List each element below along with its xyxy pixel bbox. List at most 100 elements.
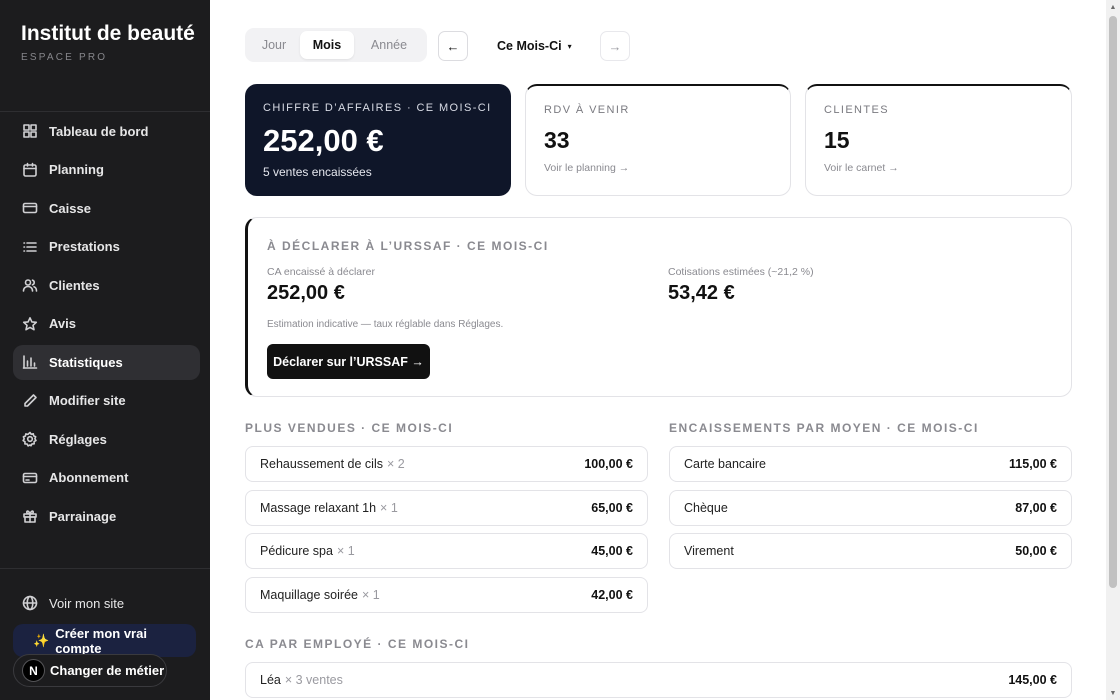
create-account-label: Créer mon vrai compte	[55, 625, 147, 656]
tab-mois[interactable]: Mois	[300, 31, 354, 59]
item-amount: 100,00 €	[584, 457, 633, 471]
period-segmented-control: Jour Mois Année	[245, 28, 427, 62]
users-icon	[22, 277, 38, 293]
chevron-down-icon: ▾	[567, 41, 572, 51]
globe-icon	[22, 595, 38, 611]
revenue-card: Chiffre d’affaires · Ce Mois-Ci 252,00 €…	[245, 84, 511, 196]
sidebar-item-planning[interactable]: Planning	[13, 153, 200, 188]
pencil-icon	[22, 393, 38, 409]
sparkle-icon: ✨	[33, 632, 50, 648]
sidebar-item-reglages[interactable]: Réglages	[13, 422, 200, 457]
switch-job-label: Changer de métier	[50, 663, 165, 678]
sidebar-item-label: Parrainage	[49, 508, 117, 524]
item-name: Massage relaxant 1h	[260, 501, 377, 515]
cash-register-icon	[22, 200, 38, 216]
item-qty: × 1	[380, 501, 398, 515]
period-select[interactable]: Ce Mois-Ci ▾	[497, 36, 572, 56]
employee-name: Léa	[260, 673, 281, 687]
scrollbar-thumb[interactable]	[1109, 16, 1117, 588]
urssaf-note: Estimation indicative — taux réglable da…	[267, 319, 504, 330]
view-planning-link[interactable]: Voir le planning →	[544, 162, 772, 174]
view-site-link[interactable]: Voir mon site	[22, 592, 124, 614]
period-label: Ce Mois-Ci	[497, 39, 562, 53]
sidebar-item-abonnement[interactable]: Abonnement	[13, 461, 200, 496]
employee-amount: 145,00 €	[1008, 673, 1057, 687]
scroll-up-icon[interactable]: ▲	[1106, 0, 1120, 14]
list-item: Virement 50,00 €	[669, 533, 1072, 569]
sidebar-item-caisse[interactable]: Caisse	[13, 191, 200, 226]
list-item: Léa × 3 ventes 145,00 €	[245, 662, 1072, 698]
item-name: Pédicure spa	[260, 544, 333, 558]
calendar-icon	[22, 162, 38, 178]
gear-icon	[22, 431, 38, 447]
urssaf-cotisations-value: 53,42 €	[668, 282, 735, 304]
next-period-button[interactable]: →	[600, 31, 630, 61]
payment-amount: 115,00 €	[1009, 457, 1057, 471]
item-amount: 42,00 €	[591, 588, 633, 602]
dashboard-icon	[22, 123, 38, 139]
appointments-card: RDV à venir 33 Voir le planning →	[525, 84, 791, 196]
sidebar-item-label: Tableau de bord	[49, 123, 149, 139]
urssaf-cotisations: Cotisations estimées (~21,2 %) 53,42 €	[668, 266, 814, 305]
urssaf-ca-value: 252,00 €	[267, 282, 345, 304]
payment-method: Chèque	[684, 501, 728, 515]
payments-title: Encaissements par moyen · Ce Mois-Ci	[669, 421, 979, 435]
sidebar-item-label: Avis	[49, 316, 76, 332]
employee-sales: × 3 ventes	[284, 673, 343, 687]
sidebar-divider	[0, 568, 210, 569]
item-qty: × 1	[361, 588, 380, 602]
sidebar-item-clientes[interactable]: Clientes	[13, 268, 200, 303]
scroll-down-icon[interactable]: ▼	[1106, 686, 1120, 700]
list-item: Pédicure spa × 1 45,00 €	[245, 533, 648, 569]
declare-urssaf-button[interactable]: Déclarer sur l’URSSAF →	[267, 344, 430, 379]
urssaf-panel: À déclarer à l’URSSAF · Ce Mois-Ci CA en…	[245, 217, 1072, 397]
brand-title: Institut de beauté	[21, 22, 195, 45]
urssaf-title: À déclarer à l’URSSAF · Ce Mois-Ci	[267, 239, 549, 253]
sidebar-item-label: Prestations	[49, 239, 120, 255]
switch-job-button[interactable]: N Changer de métier	[13, 654, 167, 687]
bar-chart-icon	[22, 354, 38, 370]
item-qty: × 1	[336, 544, 355, 558]
top-sellers-title: Plus vendues · Ce Mois-Ci	[245, 421, 454, 435]
brand: Institut de beauté ESPACE PRO	[21, 20, 201, 63]
gift-icon	[22, 508, 38, 524]
clients-label: Clientes	[824, 104, 889, 116]
sidebar-item-modifier-site[interactable]: Modifier site	[13, 384, 200, 419]
sidebar-item-avis[interactable]: Avis	[13, 307, 200, 342]
list-item: Carte bancaire 115,00 €	[669, 446, 1072, 482]
list-item: Chèque 87,00 €	[669, 490, 1072, 526]
previous-period-button[interactable]: ←	[438, 31, 468, 61]
sidebar-item-tableau-de-bord[interactable]: Tableau de bord	[13, 114, 200, 149]
urssaf-ca-label: CA encaissé à déclarer	[267, 266, 375, 278]
sidebar: Institut de beauté ESPACE PRO Tableau de…	[0, 0, 210, 700]
sidebar-item-label: Réglages	[49, 431, 107, 447]
tab-jour[interactable]: Jour	[248, 31, 300, 59]
item-name: Maquillage soirée	[260, 588, 358, 602]
payment-amount: 50,00 €	[1015, 544, 1057, 558]
star-icon	[22, 316, 38, 332]
n-badge-icon: N	[22, 659, 45, 682]
sidebar-item-parrainage[interactable]: Parrainage	[13, 499, 200, 534]
payment-method: Virement	[684, 544, 734, 558]
tab-annee[interactable]: Année	[354, 31, 424, 59]
revenue-sales-count: 5 ventes encaissées	[263, 165, 372, 179]
appointments-value: 33	[544, 127, 570, 153]
clients-card: Clientes 15 Voir le carnet →	[805, 84, 1072, 196]
urssaf-cotisations-label: Cotisations estimées (~21,2 %)	[668, 266, 814, 278]
sidebar-item-prestations[interactable]: Prestations	[13, 230, 200, 265]
revenue-value: 252,00 €	[263, 123, 384, 158]
sidebar-item-label: Planning	[49, 162, 104, 178]
clients-value: 15	[824, 127, 850, 153]
arrow-right-icon: →	[608, 38, 622, 54]
sidebar-item-label: Caisse	[49, 200, 91, 216]
sidebar-item-label: Statistiques	[49, 354, 123, 370]
list-item: Maquillage soirée × 1 42,00 €	[245, 577, 648, 613]
list-item: Rehaussement de cils × 2 100,00 €	[245, 446, 648, 482]
scrollbar[interactable]: ▲ ▼	[1106, 0, 1120, 700]
urssaf-ca: CA encaissé à déclarer 252,00 €	[267, 266, 375, 305]
view-clients-link[interactable]: Voir le carnet →	[824, 162, 1053, 174]
sidebar-item-label: Modifier site	[49, 393, 126, 409]
sidebar-item-statistiques[interactable]: Statistiques	[13, 345, 200, 380]
main-content: Jour Mois Année ← Ce Mois-Ci ▾ → Chiffre…	[210, 0, 1106, 700]
create-account-button[interactable]: ✨ Créer mon vrai compte	[13, 624, 196, 657]
